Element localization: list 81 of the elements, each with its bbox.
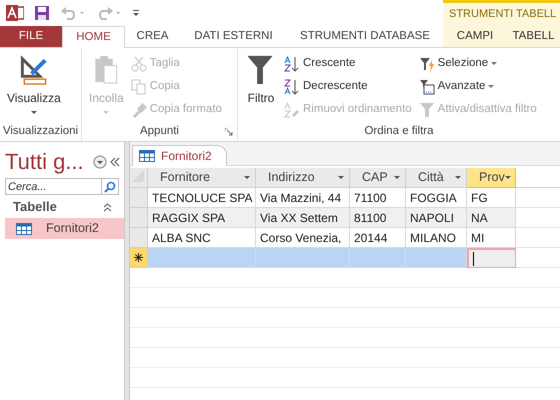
ribbon-button[interactable]: Filtro <box>243 53 279 124</box>
table-cell[interactable] <box>256 248 350 268</box>
nav-pane-title[interactable]: Tutti g... <box>5 151 84 173</box>
caret-icon <box>504 176 511 180</box>
undo-icon[interactable] <box>60 6 86 20</box>
table-cell[interactable]: 71100 <box>350 188 406 208</box>
table-cell[interactable]: FG <box>467 188 516 208</box>
table-cell[interactable] <box>350 248 406 268</box>
ribbon-group-label: Ordina e filtra <box>364 124 434 140</box>
table-cell[interactable]: NAPOLI <box>406 208 467 228</box>
ribbon-button[interactable]: Visualizza <box>5 53 63 124</box>
table-cell[interactable]: MILANO <box>406 228 467 248</box>
table-cell[interactable]: ALBA SNC <box>148 228 256 248</box>
caret-icon <box>244 176 250 180</box>
caret-icon <box>30 111 37 115</box>
table-cell[interactable] <box>148 248 256 268</box>
column-header[interactable]: Fornitore <box>148 168 256 188</box>
ribbon-tab[interactable]: STRUMENTI DATABASE <box>287 26 443 47</box>
column-header[interactable]: Città <box>406 168 467 188</box>
column-header[interactable]: CAP <box>350 168 406 188</box>
access-logo-icon[interactable] <box>6 4 24 22</box>
search-button[interactable] <box>102 178 119 195</box>
select-all-button[interactable] <box>130 168 148 188</box>
sort-ascending-icon <box>284 56 300 72</box>
collapse-pane-icon[interactable] <box>110 157 120 167</box>
save-icon[interactable] <box>34 5 50 21</box>
contextual-tab-group-label: STRUMENTI TABELL <box>448 7 558 22</box>
asterisk-icon <box>134 253 143 262</box>
ribbon-button[interactable]: Decrescente <box>284 76 412 97</box>
funnel-icon <box>418 102 435 118</box>
ribbon-tab[interactable]: HOME <box>62 26 125 48</box>
ribbon-button[interactable]: Selezione <box>418 53 537 74</box>
caret-icon <box>394 176 400 180</box>
ribbon-tab[interactable]: CAMPI <box>443 26 507 47</box>
ribbon-group-label: Visualizzazioni <box>2 124 78 140</box>
customize-toolbar-icon[interactable] <box>132 8 140 18</box>
ribbon-tab[interactable]: FILE <box>0 26 62 47</box>
funnel-form-icon <box>418 78 435 94</box>
caret-icon <box>103 111 110 115</box>
table-cell[interactable] <box>406 248 467 268</box>
ribbon-group-label: Appunti <box>140 124 179 140</box>
column-header[interactable]: Prov <box>467 168 516 188</box>
caret-icon <box>488 84 494 88</box>
table-cell[interactable]: MI <box>467 228 516 248</box>
table-cell[interactable]: Corso Venezia, <box>256 228 350 248</box>
sort-descending-icon <box>284 78 300 94</box>
row-selector[interactable] <box>130 248 148 268</box>
table-cell[interactable] <box>467 248 516 268</box>
caret-icon <box>491 62 498 66</box>
clear-sort-icon <box>284 102 300 118</box>
table-cell[interactable]: RAGGIX SPA <box>148 208 256 228</box>
redo-icon[interactable] <box>96 6 122 20</box>
table-cell[interactable]: TECNOLUCE SPA <box>148 188 256 208</box>
caret-icon <box>455 176 461 180</box>
table-icon <box>16 222 32 234</box>
table-cell[interactable]: FOGGIA <box>406 188 467 208</box>
search-field[interactable]: Cerca... <box>5 178 102 195</box>
scissors-icon <box>130 56 147 72</box>
brush-icon <box>130 102 147 118</box>
table-cell[interactable]: 20144 <box>350 228 406 248</box>
dialog-launcher-icon[interactable] <box>225 128 233 136</box>
ribbon-tab[interactable]: CREA <box>125 26 180 47</box>
document-tab[interactable]: Fornitori2 <box>132 145 227 166</box>
table-cell[interactable]: 81100 <box>350 208 406 228</box>
table-cell[interactable]: Via Mazzini, 44 <box>256 188 350 208</box>
table-cell[interactable]: Via XX Settem <box>256 208 350 228</box>
ribbon-tab[interactable]: DATI ESTERNI <box>180 26 287 47</box>
column-header[interactable]: Indirizzo <box>256 168 350 188</box>
section-header[interactable]: Tabelle <box>13 197 57 217</box>
caret-icon <box>338 176 344 180</box>
copy-icon <box>130 78 147 94</box>
ribbon-button[interactable]: Avanzate <box>418 76 537 97</box>
table-cell[interactable]: NA <box>467 208 516 228</box>
text-cursor-icon <box>473 252 475 266</box>
ribbon-tab[interactable]: TABELL <box>507 26 560 47</box>
funnel-lightning-icon <box>418 56 435 72</box>
ribbon-button[interactable]: Crescente <box>284 53 412 74</box>
table-icon <box>139 150 155 162</box>
dropdown-icon[interactable] <box>93 155 107 169</box>
collapse-icon[interactable] <box>103 202 112 212</box>
nav-item[interactable]: Fornitori2 <box>5 218 124 239</box>
